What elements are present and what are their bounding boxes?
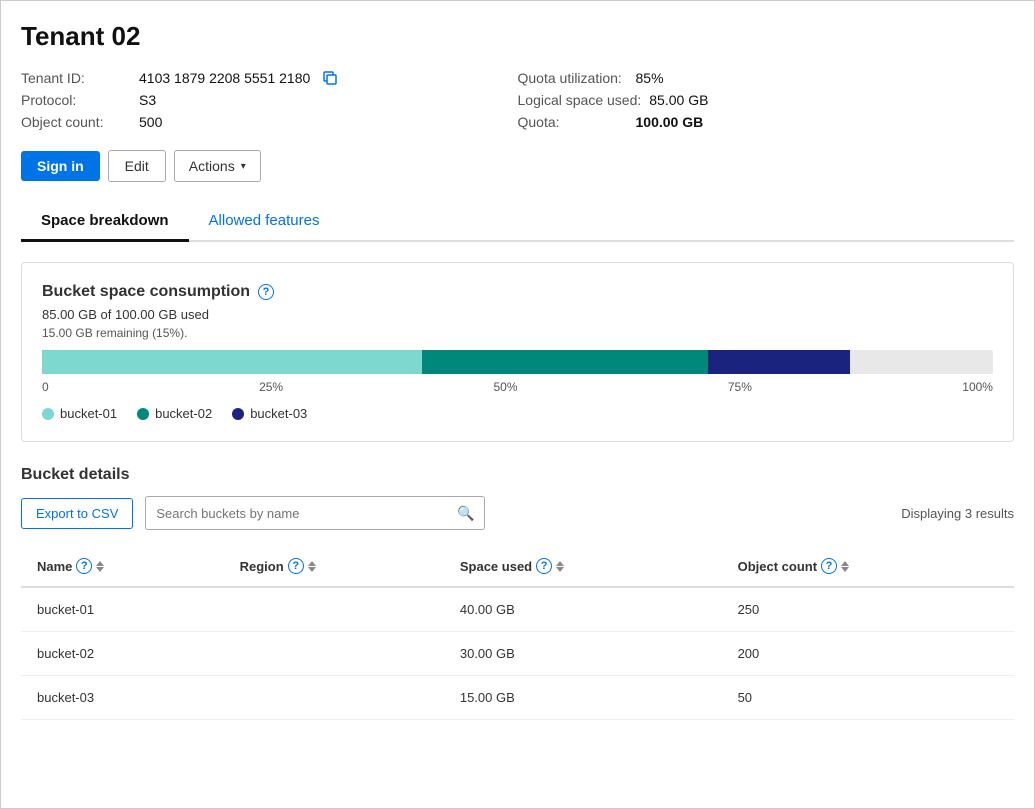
actions-label: Actions [189, 158, 235, 174]
chart-usage-text: 85.00 GB of 100.00 GB used [42, 307, 993, 322]
col-region-label: Region [240, 559, 284, 574]
table-row: bucket-03 15.00 GB 50 [21, 676, 1014, 720]
object-count-sort-icon[interactable] [841, 561, 849, 572]
legend-bucket-01: bucket-01 [42, 406, 117, 421]
object-count-help-icon[interactable]: ? [821, 558, 837, 574]
export-csv-button[interactable]: Export to CSV [21, 498, 133, 529]
region-help-icon[interactable]: ? [288, 558, 304, 574]
legend-dot-bucket-01 [42, 408, 54, 420]
chart-title: Bucket space consumption [42, 283, 250, 301]
tab-space-breakdown[interactable]: Space breakdown [21, 202, 189, 242]
col-space-used: Space used ? [444, 546, 722, 587]
space-used-help-icon[interactable]: ? [536, 558, 552, 574]
cell-region [224, 632, 444, 676]
edit-button[interactable]: Edit [108, 150, 166, 182]
bar-label-75: 75% [728, 380, 752, 394]
tenant-id-label: Tenant ID: [21, 70, 131, 86]
col-object-count-label: Object count [738, 559, 817, 574]
legend-label-bucket-02: bucket-02 [155, 406, 212, 421]
table-header-row: Name ? Region ? [21, 546, 1014, 587]
col-region: Region ? [224, 546, 444, 587]
cell-name: bucket-03 [21, 676, 224, 720]
cell-space-used: 40.00 GB [444, 587, 722, 632]
object-count-value: 500 [139, 114, 162, 130]
bar-bucket-03 [708, 350, 851, 374]
cell-space-used: 15.00 GB [444, 676, 722, 720]
logical-space-value: 85.00 GB [649, 92, 708, 108]
action-bar: Sign in Edit Actions ▾ [21, 150, 1014, 182]
search-input[interactable] [156, 506, 457, 521]
col-object-count: Object count ? [722, 546, 1014, 587]
tenant-id-value: 4103 1879 2208 5551 2180 [139, 70, 310, 86]
bar-label-100: 100% [962, 380, 993, 394]
name-help-icon[interactable]: ? [76, 558, 92, 574]
object-count-label: Object count: [21, 114, 131, 130]
cell-region [224, 587, 444, 632]
chart-help-icon[interactable]: ? [258, 284, 274, 300]
chart-remaining-text: 15.00 GB remaining (15%). [42, 326, 993, 340]
quota-value: 100.00 GB [636, 114, 704, 130]
legend-bucket-02: bucket-02 [137, 406, 212, 421]
cell-object-count: 50 [722, 676, 1014, 720]
actions-button[interactable]: Actions ▾ [174, 150, 261, 182]
protocol-label: Protocol: [21, 92, 131, 108]
sign-in-button[interactable]: Sign in [21, 151, 100, 181]
usage-bar [42, 350, 993, 374]
col-space-used-label: Space used [460, 559, 532, 574]
results-count: Displaying 3 results [901, 506, 1014, 521]
space-used-sort-icon[interactable] [556, 561, 564, 572]
col-name: Name ? [21, 546, 224, 587]
quota-util-value: 85% [636, 70, 664, 86]
cell-name: bucket-02 [21, 632, 224, 676]
bar-label-25: 25% [259, 380, 283, 394]
cell-region [224, 676, 444, 720]
cell-object-count: 200 [722, 632, 1014, 676]
quota-label: Quota: [518, 114, 628, 130]
bar-bucket-01 [42, 350, 422, 374]
chevron-down-icon: ▾ [241, 161, 246, 172]
bucket-details-section: Bucket details Export to CSV 🔍 Displayin… [21, 466, 1014, 720]
tenant-info: Tenant ID: 4103 1879 2208 5551 2180 Prot… [21, 70, 1014, 130]
cell-name: bucket-01 [21, 587, 224, 632]
bucket-consumption-card: Bucket space consumption ? 85.00 GB of 1… [21, 262, 1014, 442]
bar-bucket-02 [422, 350, 707, 374]
chart-legend: bucket-01 bucket-02 bucket-03 [42, 406, 993, 421]
tab-content: Bucket space consumption ? 85.00 GB of 1… [21, 242, 1014, 740]
region-sort-icon[interactable] [308, 561, 316, 572]
bar-label-50: 50% [493, 380, 517, 394]
bar-labels: 0 25% 50% 75% 100% [42, 380, 993, 394]
legend-dot-bucket-02 [137, 408, 149, 420]
quota-util-label: Quota utilization: [518, 70, 628, 86]
tabs: Space breakdown Allowed features [21, 202, 1014, 242]
copy-icon[interactable] [322, 70, 338, 86]
legend-label-bucket-03: bucket-03 [250, 406, 307, 421]
legend-bucket-03: bucket-03 [232, 406, 307, 421]
legend-label-bucket-01: bucket-01 [60, 406, 117, 421]
col-name-label: Name [37, 559, 72, 574]
cell-object-count: 250 [722, 587, 1014, 632]
search-box: 🔍 [145, 496, 485, 530]
page-title: Tenant 02 [21, 21, 1014, 52]
bar-label-0: 0 [42, 380, 49, 394]
cell-space-used: 30.00 GB [444, 632, 722, 676]
bucket-actions-bar: Export to CSV 🔍 Displaying 3 results [21, 496, 1014, 530]
table-row: bucket-02 30.00 GB 200 [21, 632, 1014, 676]
name-sort-icon[interactable] [96, 561, 104, 572]
legend-dot-bucket-03 [232, 408, 244, 420]
tab-allowed-features[interactable]: Allowed features [189, 202, 340, 242]
logical-space-label: Logical space used: [518, 92, 642, 108]
bucket-table: Name ? Region ? [21, 546, 1014, 720]
table-row: bucket-01 40.00 GB 250 [21, 587, 1014, 632]
bucket-details-title: Bucket details [21, 466, 1014, 484]
search-icon: 🔍 [457, 505, 474, 522]
protocol-value: S3 [139, 92, 156, 108]
